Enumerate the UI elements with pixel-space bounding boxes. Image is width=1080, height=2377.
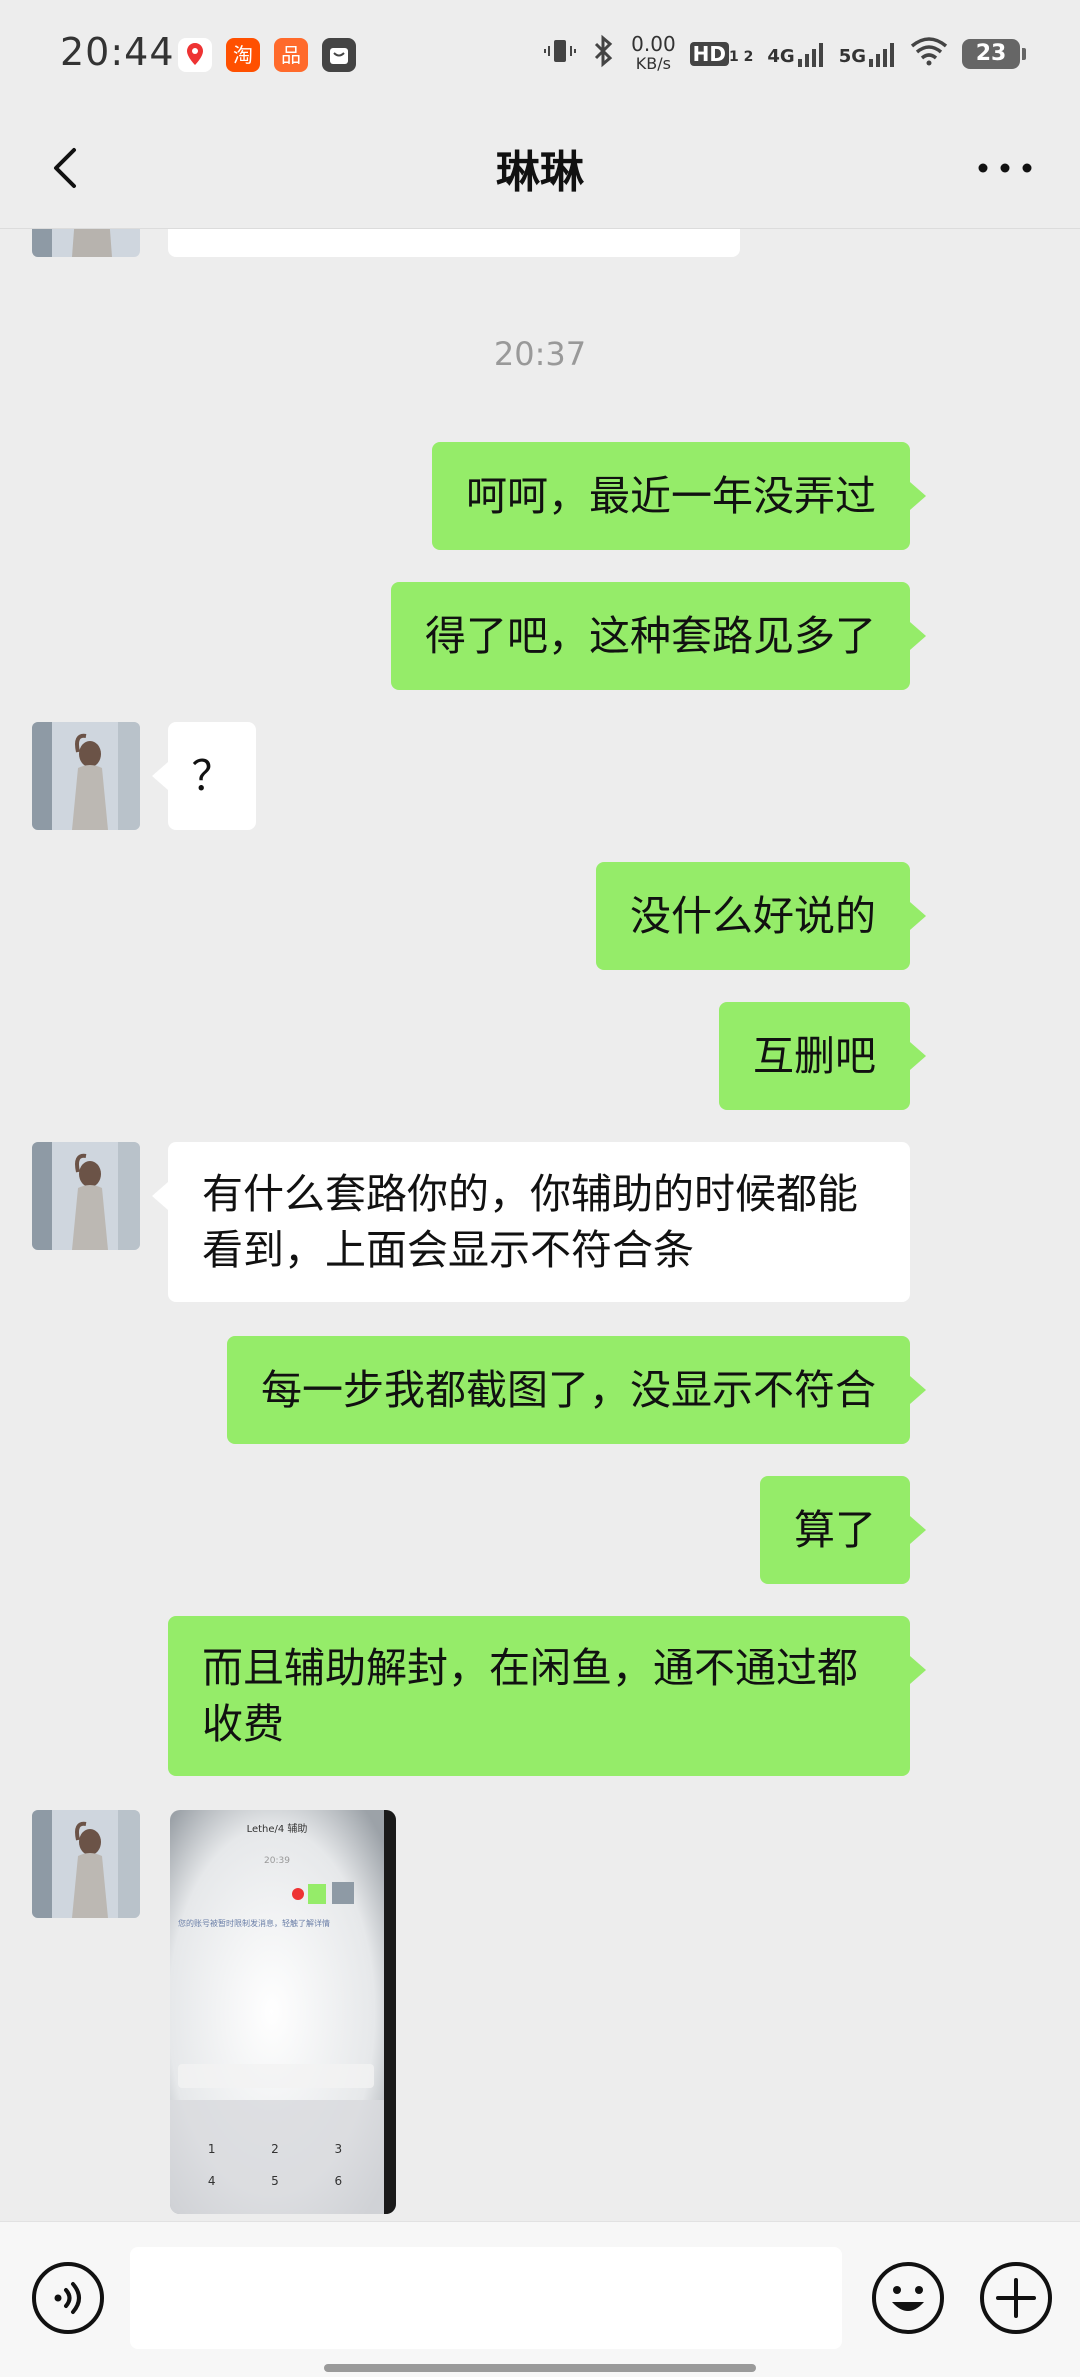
signal-bars-icon xyxy=(869,43,894,67)
contact-avatar[interactable] xyxy=(32,1142,140,1250)
more-options-icon[interactable] xyxy=(970,138,1040,198)
status-bar: 20:44 淘 品 0.00 KB/s HD 1 2 4G 5G 23 xyxy=(0,0,1080,110)
signal-4g: 4G xyxy=(767,41,824,67)
message-text: 每一步我都截图了，没显示不符合 xyxy=(261,1366,876,1414)
my-message-bubble[interactable]: 没什么好说的 xyxy=(596,862,926,970)
net-speed: 0.00 KB/s xyxy=(631,34,676,74)
net-speed-value: 0.00 xyxy=(631,32,676,56)
contact-message-bubble[interactable]: ？ xyxy=(152,722,256,830)
shopping-app-icon: 品 xyxy=(274,38,308,72)
signal-bars-icon xyxy=(797,43,823,67)
message-text: 互删吧 xyxy=(753,1032,876,1080)
hd-sub: 1 2 xyxy=(729,49,754,65)
message-input[interactable] xyxy=(130,2247,842,2349)
my-message-bubble[interactable]: 算了 xyxy=(760,1476,926,1584)
message-text: 有什么套路你的，你辅助的时候都能看到，上面会显示不符合条 xyxy=(202,1170,858,1274)
vibrate-icon xyxy=(543,34,577,74)
thumb-key: 4 xyxy=(207,2174,216,2188)
thumb-notice: 您的账号被暂时限制发消息，轻触了解详情 xyxy=(178,1919,330,1928)
notification-icons: 淘 品 xyxy=(178,38,356,72)
network-5g-label: 5G xyxy=(838,46,866,67)
contact-message-bubble[interactable]: 有什么套路你的，你辅助的时候都能看到，上面会显示不符合条 xyxy=(152,1142,910,1302)
signal-5g: 5G xyxy=(839,41,896,67)
my-message-bubble[interactable]: 互删吧 xyxy=(719,1002,926,1110)
thumb-key: 1 xyxy=(207,2142,216,2156)
my-message-bubble[interactable]: 而且辅助解封，在闲鱼，通不通过都收费 xyxy=(168,1616,926,1776)
status-indicators: 0.00 KB/s HD 1 2 4G 5G 23 xyxy=(543,34,1026,74)
image-message[interactable]: Lethe/4 辅助 20:39 您的账号被暂时限制发消息，轻触了解详情 1 2… xyxy=(170,1810,396,2214)
map-pin-app-icon xyxy=(178,38,212,72)
battery-indicator: 23 xyxy=(962,39,1026,69)
thumb-key: 5 xyxy=(271,2174,279,2188)
thumb-key: 3 xyxy=(334,2142,343,2156)
bluetooth-icon xyxy=(591,34,617,74)
previous-message-bubble[interactable] xyxy=(168,229,740,257)
my-message-bubble[interactable]: 得了吧，这种套路见多了 xyxy=(391,582,926,690)
message-text: ？ xyxy=(191,752,233,800)
voice-input-icon[interactable] xyxy=(30,2260,106,2336)
contact-avatar[interactable] xyxy=(32,722,140,830)
chat-message-list[interactable]: 20:37 呵呵，最近一年没弄过 得了吧，这种套路见多了 ？ 没什么好说的 互删… xyxy=(0,229,1080,2221)
thumb-key: 2 xyxy=(271,2142,279,2156)
my-message-bubble[interactable]: 每一步我都截图了，没显示不符合 xyxy=(227,1336,926,1444)
hd-label: HD xyxy=(689,42,730,66)
message-text: 呵呵，最近一年没弄过 xyxy=(466,472,876,520)
thumb-time: 20:39 xyxy=(264,1856,290,1866)
taobao-app-icon: 淘 xyxy=(226,38,260,72)
thumb-key: 6 xyxy=(334,2174,343,2188)
message-text: 得了吧，这种套路见多了 xyxy=(425,612,876,660)
status-time: 20:44 xyxy=(60,30,175,74)
chat-title: 琳琳 xyxy=(496,147,584,198)
chat-header: 琳琳 xyxy=(0,110,1080,229)
my-message-bubble[interactable]: 呵呵，最近一年没弄过 xyxy=(432,442,926,550)
network-4g-label: 4G xyxy=(767,46,795,67)
emoji-icon[interactable] xyxy=(870,2260,946,2336)
thumb-title: Lethe/4 辅助 xyxy=(246,1824,308,1835)
message-text: 没什么好说的 xyxy=(630,892,876,940)
contact-avatar[interactable] xyxy=(32,1810,140,1918)
thumb-keypad: 1 2 3 4 5 6 xyxy=(180,2142,370,2188)
wifi-icon xyxy=(910,36,948,72)
message-input-bar xyxy=(0,2221,1080,2377)
more-functions-plus-icon[interactable] xyxy=(978,2260,1054,2336)
hd-badge: HD 1 2 xyxy=(689,42,754,66)
net-speed-unit: KB/s xyxy=(635,54,671,73)
home-indicator[interactable] xyxy=(324,2364,756,2372)
contact-avatar[interactable] xyxy=(32,229,140,257)
message-text: 而且辅助解封，在闲鱼，通不通过都收费 xyxy=(202,1644,858,1748)
bag-app-icon xyxy=(322,38,356,72)
message-text: 算了 xyxy=(794,1506,876,1554)
message-timestamp: 20:37 xyxy=(493,335,587,373)
